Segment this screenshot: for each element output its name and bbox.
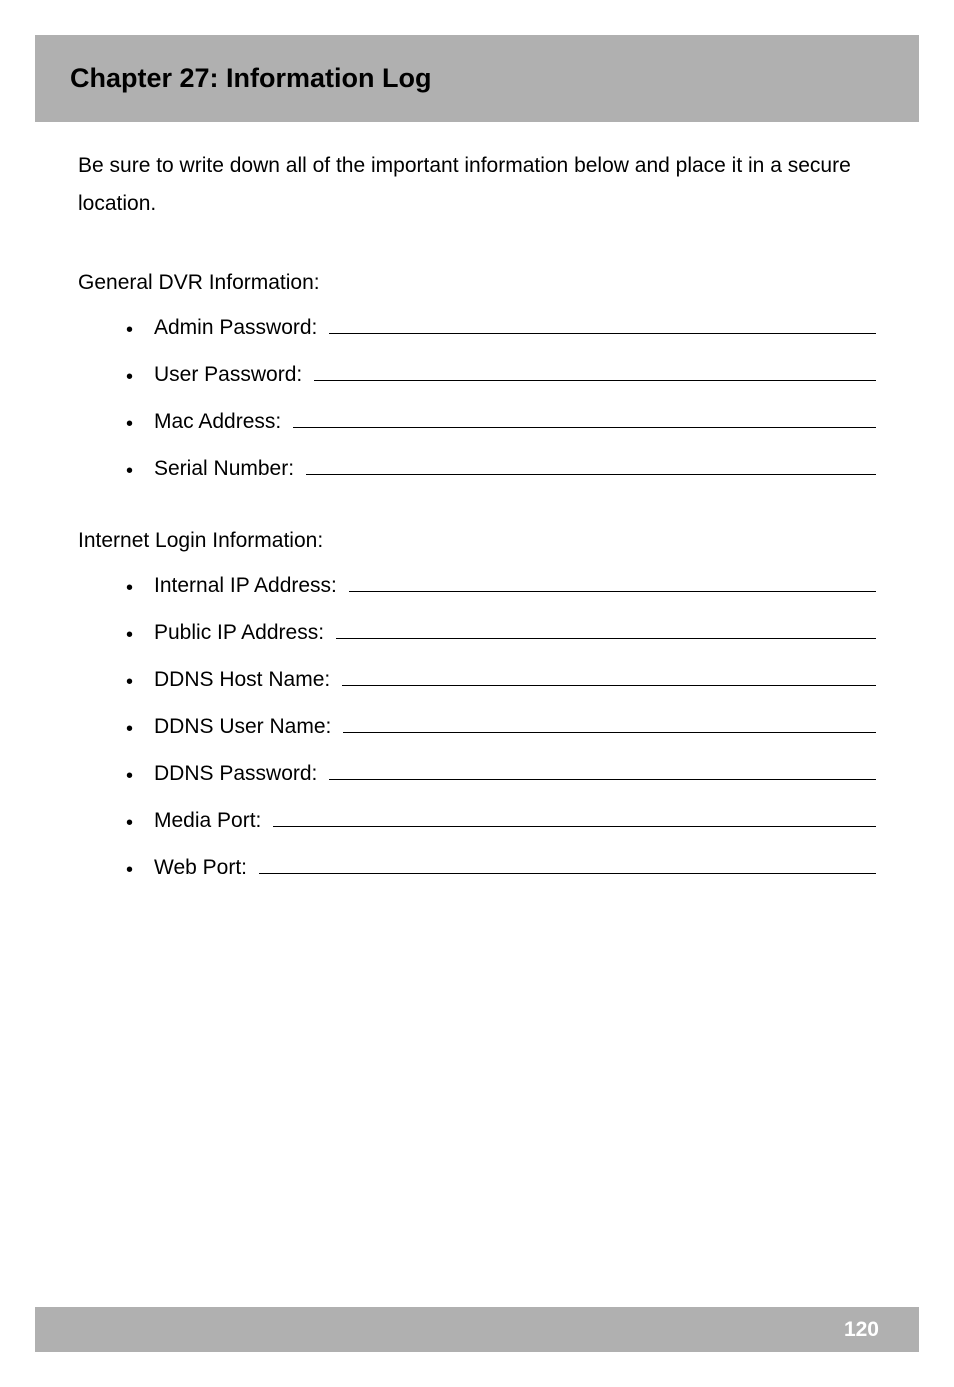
page-number: 120 <box>844 1318 879 1342</box>
item-label: Admin Password: <box>154 316 317 340</box>
list-item: • Public IP Address: <box>126 618 876 645</box>
section-internet-login: Internet Login Information: • Internal I… <box>78 529 876 880</box>
list-item: • DDNS Host Name: <box>126 665 876 692</box>
bullet-icon: • <box>126 766 154 786</box>
list-item: • DDNS User Name: <box>126 712 876 739</box>
item-label: Internal IP Address: <box>154 574 337 598</box>
section-general-dvr: General DVR Information: • Admin Passwor… <box>78 271 876 481</box>
list-item: • Media Port: <box>126 806 876 833</box>
item-label: Mac Address: <box>154 410 281 434</box>
blank-line <box>349 571 876 592</box>
item-label: DDNS User Name: <box>154 715 331 739</box>
item-label: Web Port: <box>154 856 247 880</box>
item-label: DDNS Host Name: <box>154 668 330 692</box>
bullet-icon: • <box>126 320 154 340</box>
bullet-icon: • <box>126 860 154 880</box>
item-list: • Admin Password: • User Password: • Mac… <box>78 313 876 481</box>
section-heading: Internet Login Information: <box>78 529 876 553</box>
list-item: • Mac Address: <box>126 407 876 434</box>
footer-bar: 120 <box>35 1307 919 1352</box>
item-list: • Internal IP Address: • Public IP Addre… <box>78 571 876 880</box>
chapter-title: Chapter 27: Information Log <box>70 63 884 94</box>
item-label: User Password: <box>154 363 302 387</box>
list-item: • Internal IP Address: <box>126 571 876 598</box>
blank-line <box>259 853 876 874</box>
list-item: • Serial Number: <box>126 454 876 481</box>
header-bar: Chapter 27: Information Log <box>35 35 919 122</box>
list-item: • Admin Password: <box>126 313 876 340</box>
bullet-icon: • <box>126 461 154 481</box>
bullet-icon: • <box>126 578 154 598</box>
item-label: Media Port: <box>154 809 261 833</box>
blank-line <box>336 618 876 639</box>
blank-line <box>329 759 876 780</box>
blank-line <box>342 665 876 686</box>
blank-line <box>329 313 876 334</box>
blank-line <box>314 360 876 381</box>
bullet-icon: • <box>126 672 154 692</box>
item-label: Public IP Address: <box>154 621 324 645</box>
bullet-icon: • <box>126 367 154 387</box>
bullet-icon: • <box>126 414 154 434</box>
bullet-icon: • <box>126 719 154 739</box>
intro-text: Be sure to write down all of the importa… <box>78 147 876 223</box>
content-area: Be sure to write down all of the importa… <box>0 122 954 880</box>
bullet-icon: • <box>126 813 154 833</box>
list-item: • DDNS Password: <box>126 759 876 786</box>
item-label: DDNS Password: <box>154 762 317 786</box>
blank-line <box>343 712 876 733</box>
list-item: • User Password: <box>126 360 876 387</box>
bullet-icon: • <box>126 625 154 645</box>
item-label: Serial Number: <box>154 457 294 481</box>
blank-line <box>293 407 876 428</box>
blank-line <box>273 806 876 827</box>
list-item: • Web Port: <box>126 853 876 880</box>
blank-line <box>306 454 876 475</box>
section-heading: General DVR Information: <box>78 271 876 295</box>
